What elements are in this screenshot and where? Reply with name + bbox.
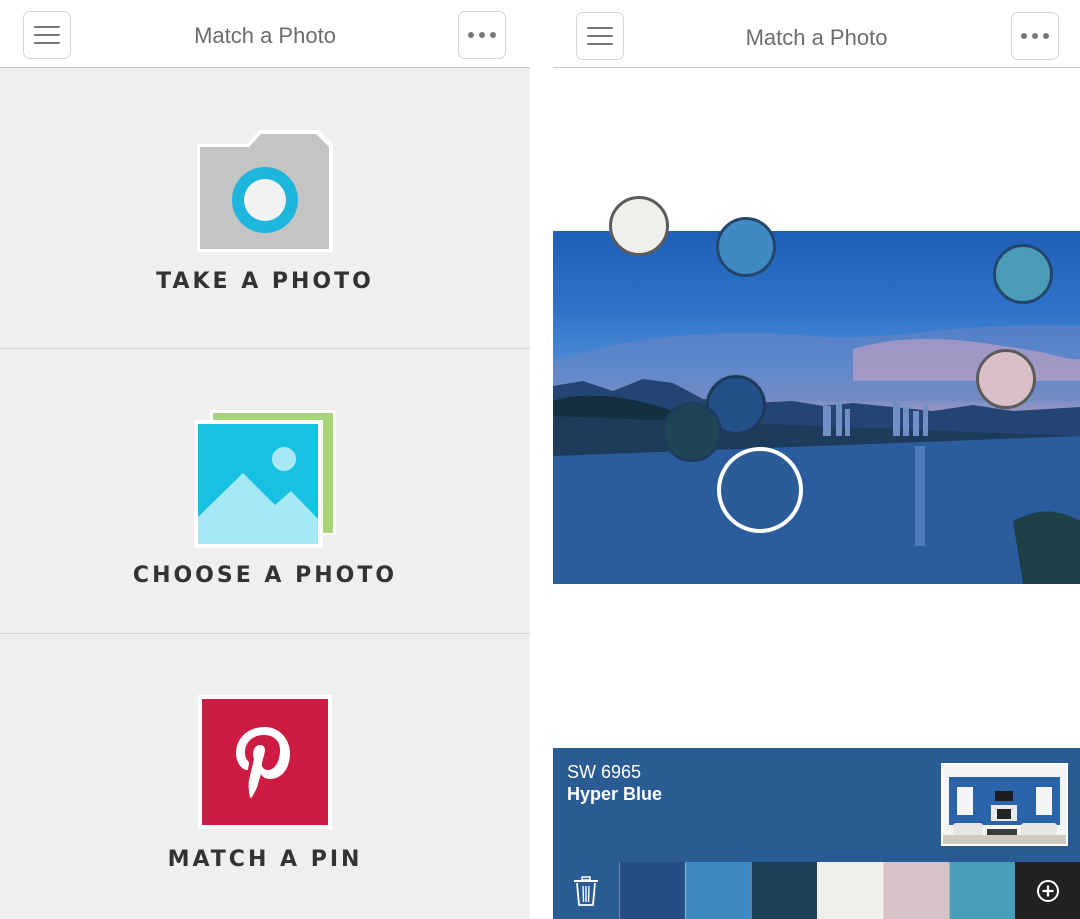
camera-icon	[197, 130, 333, 252]
match-pin-option[interactable]: MATCH A PIN	[0, 634, 530, 919]
color-sample-dot[interactable]	[993, 244, 1053, 304]
add-color-button[interactable]	[1015, 862, 1080, 919]
top-nav-bar: Match a Photo	[0, 0, 530, 68]
choose-photo-label: CHOOSE A PHOTO	[132, 563, 398, 588]
palette-swatch[interactable]	[949, 862, 1015, 919]
pinterest-icon	[198, 695, 332, 829]
take-photo-option[interactable]: TAKE A PHOTO	[0, 68, 530, 348]
palette-swatch[interactable]	[619, 862, 685, 919]
take-photo-label: TAKE A PHOTO	[156, 269, 374, 294]
palette-swatch[interactable]	[817, 862, 883, 919]
color-palette	[553, 862, 1080, 919]
color-sample-dot[interactable]	[609, 196, 669, 256]
left-screen: Match a Photo TAKE A PHOTO CHOOSE A PHOT…	[0, 0, 530, 919]
top-nav-bar: Match a Photo	[553, 0, 1080, 68]
color-sample-dot[interactable]	[662, 402, 722, 462]
add-circle-icon	[1036, 879, 1059, 902]
room-preview-thumbnail[interactable]	[941, 763, 1068, 846]
selected-color-sample-dot[interactable]	[717, 447, 803, 533]
color-detail-panel: SW 6965 Hyper Blue	[553, 748, 1080, 919]
page-title: Match a Photo	[194, 23, 336, 48]
match-pin-label: MATCH A PIN	[167, 847, 363, 872]
screen-gap	[530, 0, 553, 919]
photo-gallery-icon	[194, 410, 336, 548]
more-dots-icon	[1021, 33, 1049, 39]
palette-swatch[interactable]	[685, 862, 751, 919]
color-sample-dot[interactable]	[976, 349, 1036, 409]
more-dots-icon	[468, 32, 496, 38]
page-title: Match a Photo	[745, 25, 888, 50]
color-code: SW 6965	[567, 762, 642, 782]
trash-icon	[574, 875, 598, 906]
room-preview-image	[943, 765, 1066, 844]
palette-swatch[interactable]	[751, 862, 817, 919]
more-options-button[interactable]	[1011, 12, 1059, 60]
color-name[interactable]: Hyper Blue	[567, 784, 662, 805]
choose-photo-option[interactable]: CHOOSE A PHOTO	[0, 349, 530, 633]
delete-button[interactable]	[553, 862, 619, 919]
palette-swatch[interactable]	[883, 862, 949, 919]
color-sample-dot[interactable]	[716, 217, 776, 277]
right-screen: Match a Photo SW 6965 Hyper Blue	[553, 0, 1080, 919]
more-options-button[interactable]	[458, 11, 506, 59]
